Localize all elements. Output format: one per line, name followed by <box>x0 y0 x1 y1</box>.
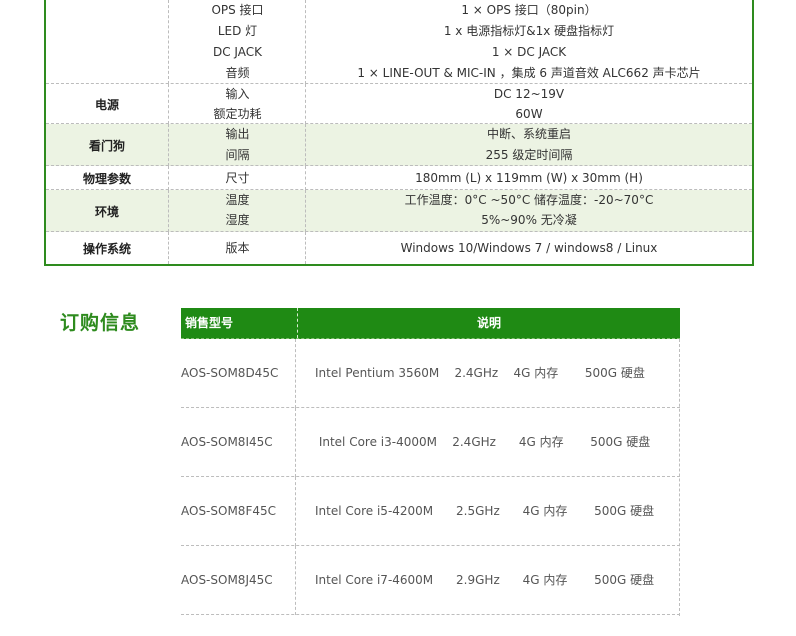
spec-item-value: 1 × OPS 接口（80pin） <box>461 3 597 17</box>
model-description: Intel Core i5-4200M 2.5GHz 4G 内存 500G 硬盘 <box>315 504 655 518</box>
spec-item-value: 1 × DC JACK <box>491 45 567 59</box>
table-row: AOS-SOM8F45C Intel Core i5-4200M 2.5GHz 4… <box>181 477 680 546</box>
spec-row: 温度 工作温度：0°C ~50°C 储存温度：-20~70°C <box>46 190 752 210</box>
model-description: Intel Core i3-4000M 2.4GHz 4G 内存 500G 硬盘 <box>315 435 651 449</box>
ordering-heading: 订购信息 <box>60 312 141 334</box>
spec-item-label: 间隔 <box>225 148 250 162</box>
spec-item-value: 工作温度：0°C ~50°C 储存温度：-20~70°C <box>404 193 654 207</box>
spec-row: 间隔 255 级定时间隔 <box>46 145 752 166</box>
model-description: Intel Core i7-4600M 2.9GHz 4G 内存 500G 硬盘 <box>315 573 655 587</box>
spec-item-value: 255 级定时间隔 <box>485 148 573 162</box>
spec-row: 版本 Windows 10/Windows 7 / windows8 / Linu… <box>46 232 752 264</box>
spec-group: 电源 输入 DC 12~19V 额定功耗 60W <box>46 84 752 124</box>
spec-item-value: 1 x 电源指标灯&1x 硬盘指标灯 <box>443 24 615 38</box>
spec-item-value: 180mm (L) x 119mm (W) x 30mm (H) <box>415 171 643 185</box>
spec-group: 操作系统 版本 Windows 10/Windows 7 / windows8 / … <box>46 232 752 264</box>
spec-item-label: 输出 <box>225 127 250 141</box>
spec-row: 音频 1 × LINE-OUT & MIC-IN ，集成 6 声道音效 ALC66… <box>46 63 752 84</box>
spec-item-label: 湿度 <box>225 213 250 227</box>
model-number: AOS-SOM8F45C <box>181 477 296 546</box>
ordering-table: 销售型号 说明 AOS-SOM8D45C Intel Pentium 3560M … <box>181 308 680 616</box>
header-description: 说明 <box>297 308 680 338</box>
spec-item-label: OPS 接口 <box>211 3 264 17</box>
header-model: 销售型号 <box>185 316 234 330</box>
model-description: Intel Pentium 3560M 2.4GHz 4G 内存 500G 硬盘 <box>315 366 645 380</box>
spec-item-label: 尺寸 <box>225 171 250 185</box>
model-number: AOS-SOM8J45C <box>181 546 296 615</box>
spec-item-label: 温度 <box>225 193 250 207</box>
spec-item-label: LED 灯 <box>217 24 258 38</box>
spec-group: OPS 接口 1 × OPS 接口（80pin） LED 灯 1 x 电源指标灯&1x… <box>46 0 752 84</box>
spec-item-label: 版本 <box>225 241 250 255</box>
model-number: AOS-SOM8I45C <box>181 408 296 477</box>
spec-item-value: DC 12~19V <box>493 87 565 101</box>
spec-table: OPS 接口 1 × OPS 接口（80pin） LED 灯 1 x 电源指标灯&1x… <box>44 0 754 266</box>
spec-group: 看门狗 输出 中断、系统重启 间隔 255 级定时间隔 <box>46 124 752 166</box>
spec-row: OPS 接口 1 × OPS 接口（80pin） <box>46 0 752 21</box>
spec-row: DC JACK 1 × DC JACK <box>46 42 752 63</box>
spec-row: 额定功耗 60W <box>46 104 752 124</box>
spec-group: 物理参数 尺寸 180mm (L) x 119mm (W) x 30mm (H) <box>46 166 752 190</box>
spec-item-value: Windows 10/Windows 7 / windows8 / Linux <box>400 241 658 255</box>
ordering-table-header: 销售型号 说明 <box>181 308 680 339</box>
spec-row: 湿度 5%~90% 无冷凝 <box>46 210 752 230</box>
spec-row: 输入 DC 12~19V <box>46 84 752 104</box>
spec-item-value: 中断、系统重启 <box>486 127 571 141</box>
spec-item-value: 1 × LINE-OUT & MIC-IN ，集成 6 声道音效 ALC662 … <box>357 66 701 80</box>
spec-row: LED 灯 1 x 电源指标灯&1x 硬盘指标灯 <box>46 21 752 42</box>
spec-group: 环境 温度 工作温度：0°C ~50°C 储存温度：-20~70°C 湿度 5%~90%… <box>46 190 752 232</box>
table-row: AOS-SOM8D45C Intel Pentium 3560M 2.4GHz 4… <box>181 339 680 408</box>
spec-row: 尺寸 180mm (L) x 119mm (W) x 30mm (H) <box>46 166 752 190</box>
table-row: AOS-SOM8I45C Intel Core i3-4000M 2.4GHz … <box>181 408 680 477</box>
spec-item-label: DC JACK <box>212 45 262 59</box>
spec-item-label: 输入 <box>225 87 250 101</box>
spec-row: 输出 中断、系统重启 <box>46 124 752 145</box>
spec-item-label: 音频 <box>225 66 250 80</box>
spec-item-value: 5%~90% 无冷凝 <box>481 213 577 227</box>
model-number: AOS-SOM8D45C <box>181 339 296 408</box>
spec-item-value: 60W <box>515 107 543 121</box>
table-row: AOS-SOM8J45C Intel Core i7-4600M 2.9GHz 4… <box>181 546 680 615</box>
product-spec-page: OPS 接口 1 × OPS 接口（80pin） LED 灯 1 x 电源指标灯&1x… <box>0 0 796 636</box>
spec-item-label: 额定功耗 <box>213 107 262 121</box>
